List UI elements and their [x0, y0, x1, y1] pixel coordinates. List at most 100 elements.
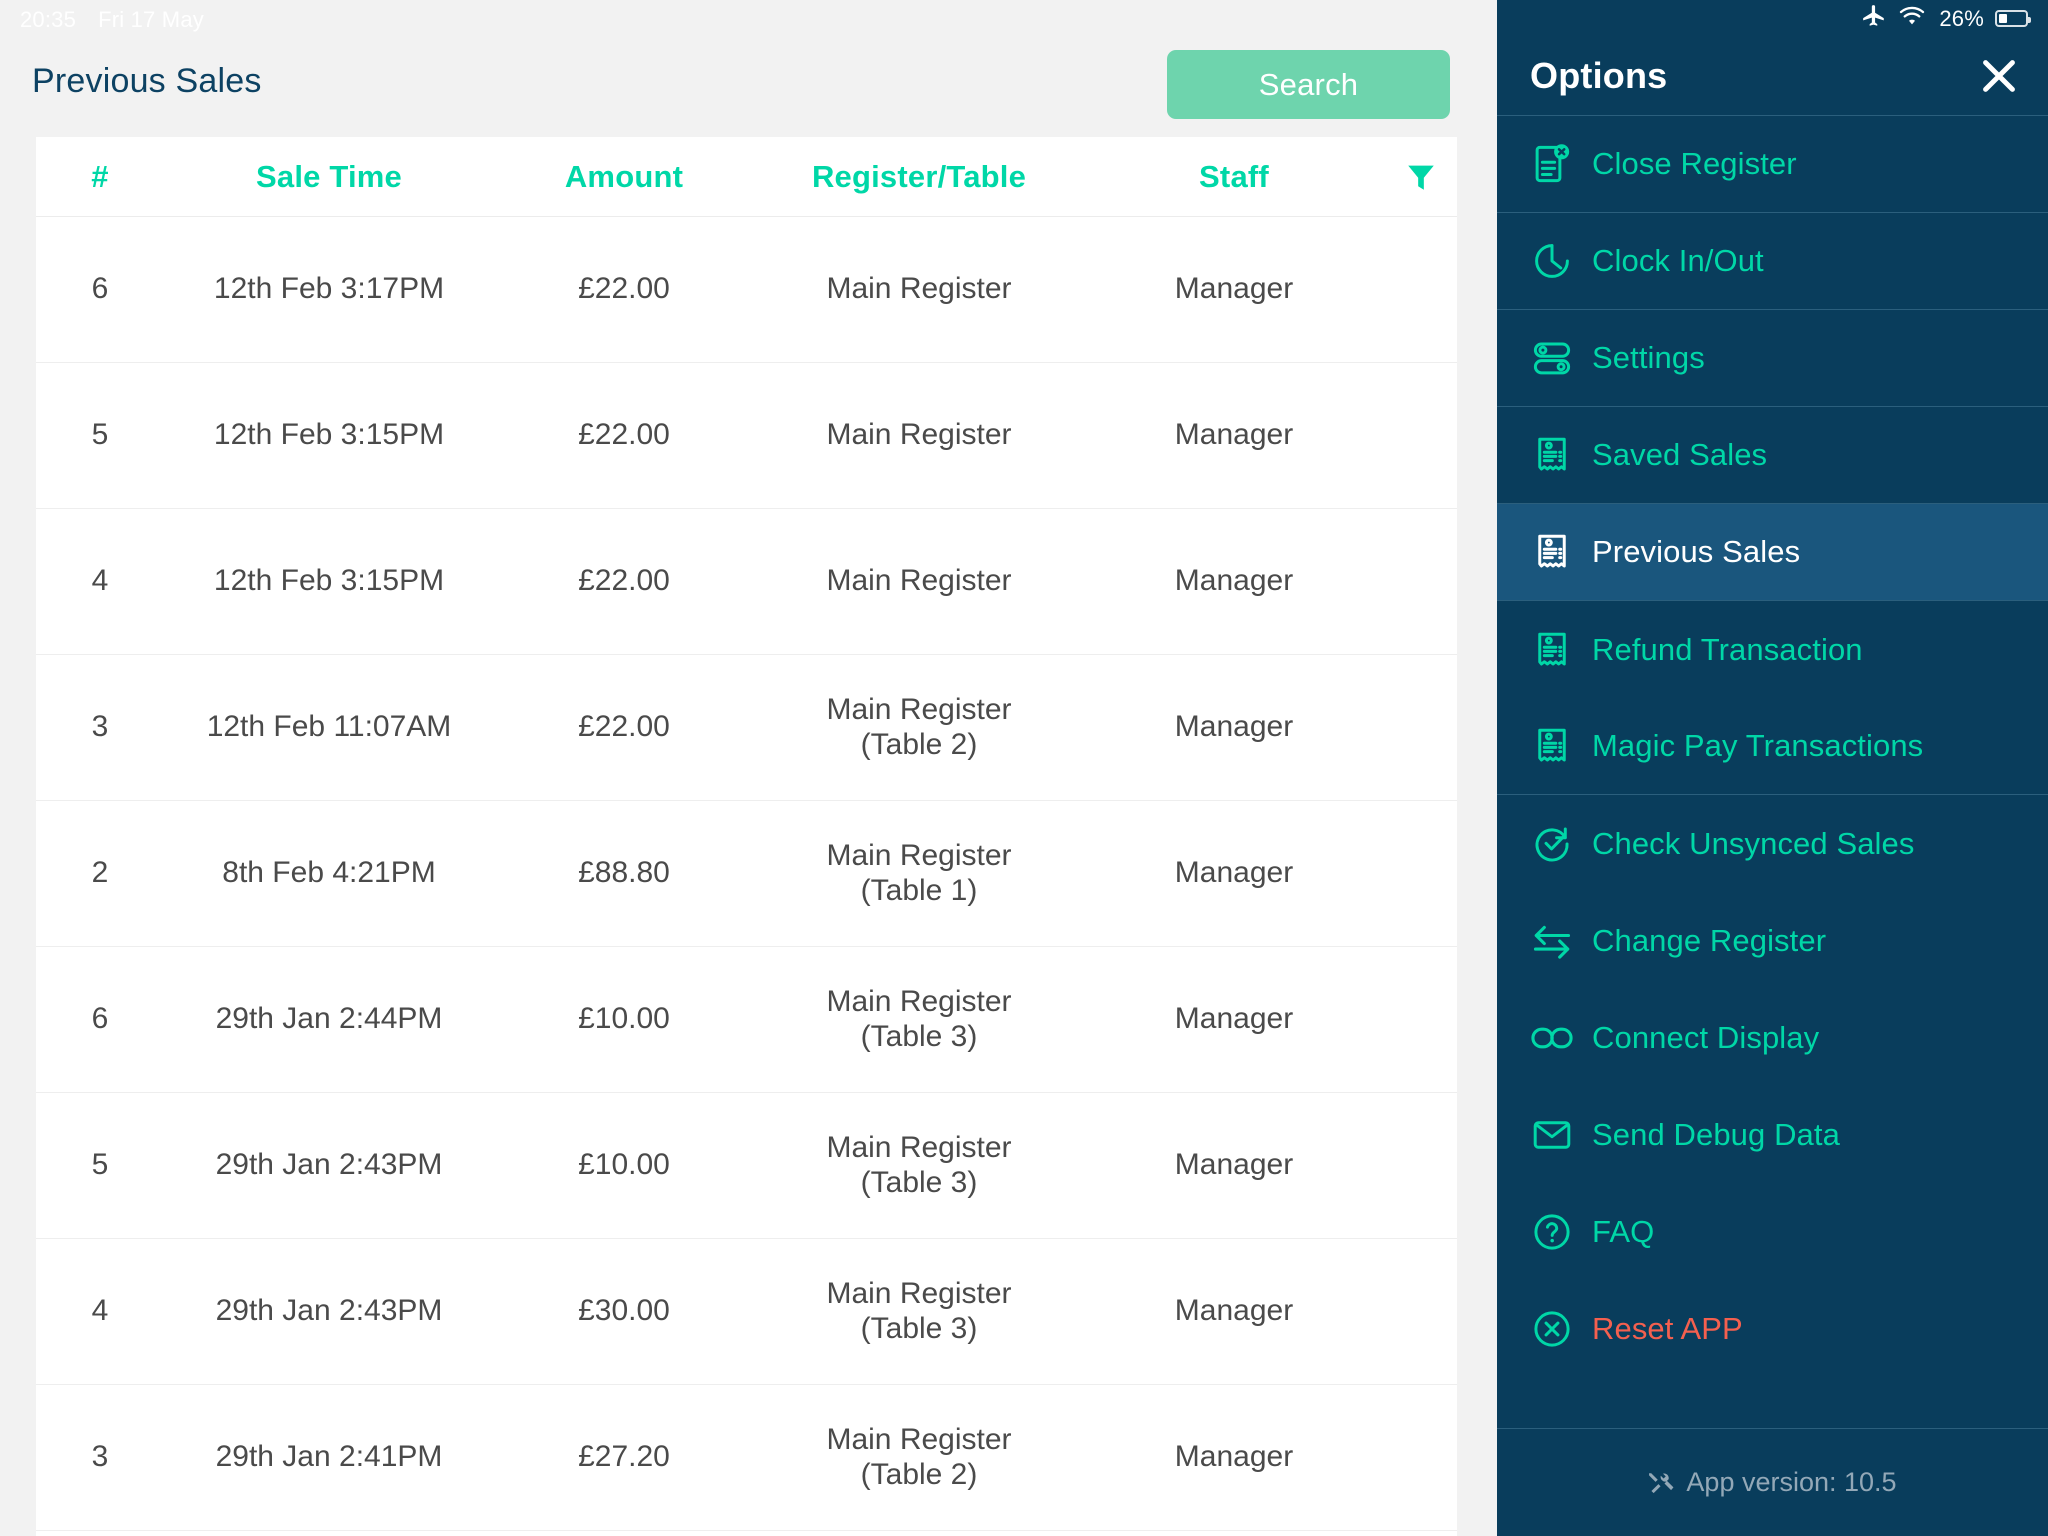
- search-button[interactable]: Search: [1167, 50, 1450, 119]
- table-row[interactable]: 5 29th Jan 2:43PM £10.00 Main Register (Tabl…: [36, 1093, 1457, 1239]
- menu-item-check-unsynced-sales[interactable]: Check Unsynced Sales: [1497, 795, 2048, 892]
- menu-item-change-register[interactable]: Change Register: [1497, 892, 2048, 989]
- cell-amount: £88.80: [578, 856, 670, 890]
- menu-item-label: Check Unsynced Sales: [1592, 825, 1915, 861]
- battery-percentage: 26%: [1939, 5, 1984, 31]
- cell-register-table: Main Register (Table 3): [826, 1131, 1012, 1199]
- menu-item-label: Reset APP: [1592, 1310, 1743, 1346]
- airplane-icon: [1861, 3, 1887, 35]
- table-row[interactable]: 3 29th Jan 2:41PM £27.20 Main Register (Tabl…: [36, 1385, 1457, 1531]
- menu-item-connect-display[interactable]: Connect Display: [1497, 989, 2048, 1086]
- menu-item-label: FAQ: [1592, 1213, 1655, 1249]
- options-panel: 26% Options Close Register Clock In/Out Se…: [1497, 0, 2048, 1536]
- cell-register-table: Main Register: [826, 272, 1012, 306]
- clock-icon: [1529, 240, 1575, 282]
- menu-item-label: Clock In/Out: [1592, 243, 1764, 278]
- menu-item-label: Settings: [1592, 340, 1705, 375]
- tools-icon: [1648, 1470, 1674, 1496]
- table-row[interactable]: 5 12th Feb 3:15PM £22.00 Main Register Manag…: [36, 363, 1457, 509]
- menu-item-clock-in-out[interactable]: Clock In/Out: [1497, 213, 2048, 310]
- menu-item-label: Saved Sales: [1592, 437, 1768, 472]
- cell-number: 6: [91, 1002, 109, 1036]
- app-version-bar: App version: 10.5: [1497, 1428, 2048, 1536]
- cell-register-table: Main Register (Table 3): [826, 1277, 1012, 1345]
- receipt-icon: [1529, 434, 1575, 476]
- app-version-label: App version: 10.5: [1686, 1467, 1897, 1497]
- cell-number: 2: [91, 856, 109, 890]
- menu-item-label: Change Register: [1592, 922, 1827, 958]
- cell-staff: Manager: [1174, 272, 1294, 306]
- cell-number: 6: [91, 272, 109, 306]
- cell-staff: Manager: [1174, 856, 1294, 890]
- receipt-icon: [1529, 629, 1575, 671]
- table-row[interactable]: 6 12th Feb 3:17PM £22.00 Main Register Manag…: [36, 217, 1457, 363]
- cell-staff: Manager: [1174, 1002, 1294, 1036]
- cell-sale-time: 29th Jan 2:44PM: [215, 1002, 443, 1036]
- status-time: 20:35: [20, 7, 77, 32]
- app-screen: 20:35 Fri 17 May Previous Sales Search #…: [0, 0, 2048, 1536]
- table-body: 6 12th Feb 3:17PM £22.00 Main Register Manag…: [36, 217, 1457, 1531]
- cell-staff: Manager: [1174, 1294, 1294, 1328]
- options-menu: Close Register Clock In/Out Settings Saved …: [1497, 116, 2048, 1428]
- cell-sale-time: 8th Feb 4:21PM: [222, 856, 436, 890]
- link-icon: [1529, 1016, 1575, 1060]
- cell-amount: £22.00: [578, 710, 670, 744]
- table-row[interactable]: 2 8th Feb 4:21PM £88.80 Main Register (Table…: [36, 801, 1457, 947]
- cell-register-table: Main Register (Table 2): [826, 693, 1012, 761]
- cell-amount: £10.00: [578, 1148, 670, 1182]
- receipt-icon: [1529, 531, 1575, 573]
- status-date: Fri 17 May: [98, 7, 204, 32]
- options-title: Options: [1530, 55, 1668, 96]
- table-row[interactable]: 4 12th Feb 3:15PM £22.00 Main Register Manag…: [36, 509, 1457, 655]
- menu-item-send-debug-data[interactable]: Send Debug Data: [1497, 1086, 2048, 1183]
- cell-register-table: Main Register (Table 2): [826, 1423, 1012, 1491]
- menu-item-settings[interactable]: Settings: [1497, 310, 2048, 407]
- menu-item-refund-transaction[interactable]: Refund Transaction: [1497, 601, 2048, 698]
- column-header-register-table[interactable]: Register/Table: [754, 159, 1084, 195]
- column-header-sale-time[interactable]: Sale Time: [164, 159, 494, 195]
- cell-number: 4: [91, 1294, 109, 1328]
- menu-item-label: Send Debug Data: [1592, 1116, 1840, 1152]
- swap-arrows-icon: [1529, 919, 1575, 963]
- x-circle-icon: [1529, 1308, 1575, 1350]
- toggle-icon: [1529, 337, 1575, 379]
- menu-item-reset-app[interactable]: Reset APP: [1497, 1280, 2048, 1377]
- cell-amount: £27.20: [578, 1440, 670, 1474]
- cell-sale-time: 29th Jan 2:43PM: [215, 1148, 443, 1182]
- cell-amount: £30.00: [578, 1294, 670, 1328]
- cell-register-table: Main Register: [826, 418, 1012, 452]
- envelope-icon: [1529, 1114, 1575, 1156]
- page-title: Previous Sales: [32, 62, 262, 100]
- menu-item-magic-pay-transactions[interactable]: Magic Pay Transactions: [1497, 698, 2048, 795]
- table-header-row: # Sale Time Amount Register/Table Staff: [36, 137, 1457, 217]
- table-row[interactable]: 3 12th Feb 11:07AM £22.00 Main Register (Tab…: [36, 655, 1457, 801]
- menu-item-saved-sales[interactable]: Saved Sales: [1497, 407, 2048, 504]
- menu-item-label: Close Register: [1592, 146, 1797, 181]
- question-circle-icon: [1529, 1211, 1575, 1253]
- cell-sale-time: 29th Jan 2:41PM: [215, 1440, 443, 1474]
- sync-check-icon: [1529, 823, 1575, 865]
- menu-item-faq[interactable]: FAQ: [1497, 1183, 2048, 1280]
- document-close-icon: [1529, 143, 1575, 185]
- options-header: Options: [1497, 37, 2048, 116]
- cell-sale-time: 29th Jan 2:43PM: [215, 1294, 443, 1328]
- cell-number: 3: [91, 1440, 109, 1474]
- cell-number: 4: [91, 564, 109, 598]
- column-header-amount[interactable]: Amount: [494, 159, 754, 195]
- column-header-number[interactable]: #: [36, 159, 164, 195]
- menu-item-previous-sales[interactable]: Previous Sales: [1497, 504, 2048, 601]
- close-icon[interactable]: [1976, 53, 2022, 99]
- cell-number: 3: [91, 710, 109, 744]
- column-header-staff[interactable]: Staff: [1084, 159, 1384, 195]
- cell-amount: £22.00: [578, 418, 670, 452]
- table-row[interactable]: 4 29th Jan 2:43PM £30.00 Main Register (Tabl…: [36, 1239, 1457, 1385]
- menu-item-label: Previous Sales: [1592, 534, 1801, 569]
- filter-icon[interactable]: [1384, 160, 1457, 194]
- wifi-icon: [1898, 4, 1926, 34]
- cell-staff: Manager: [1174, 564, 1294, 598]
- cell-sale-time: 12th Feb 3:17PM: [213, 272, 445, 306]
- table-row[interactable]: 6 29th Jan 2:44PM £10.00 Main Register (Tabl…: [36, 947, 1457, 1093]
- cell-register-table: Main Register (Table 3): [826, 985, 1012, 1053]
- menu-item-close-register[interactable]: Close Register: [1497, 116, 2048, 213]
- menu-item-label: Connect Display: [1592, 1019, 1820, 1055]
